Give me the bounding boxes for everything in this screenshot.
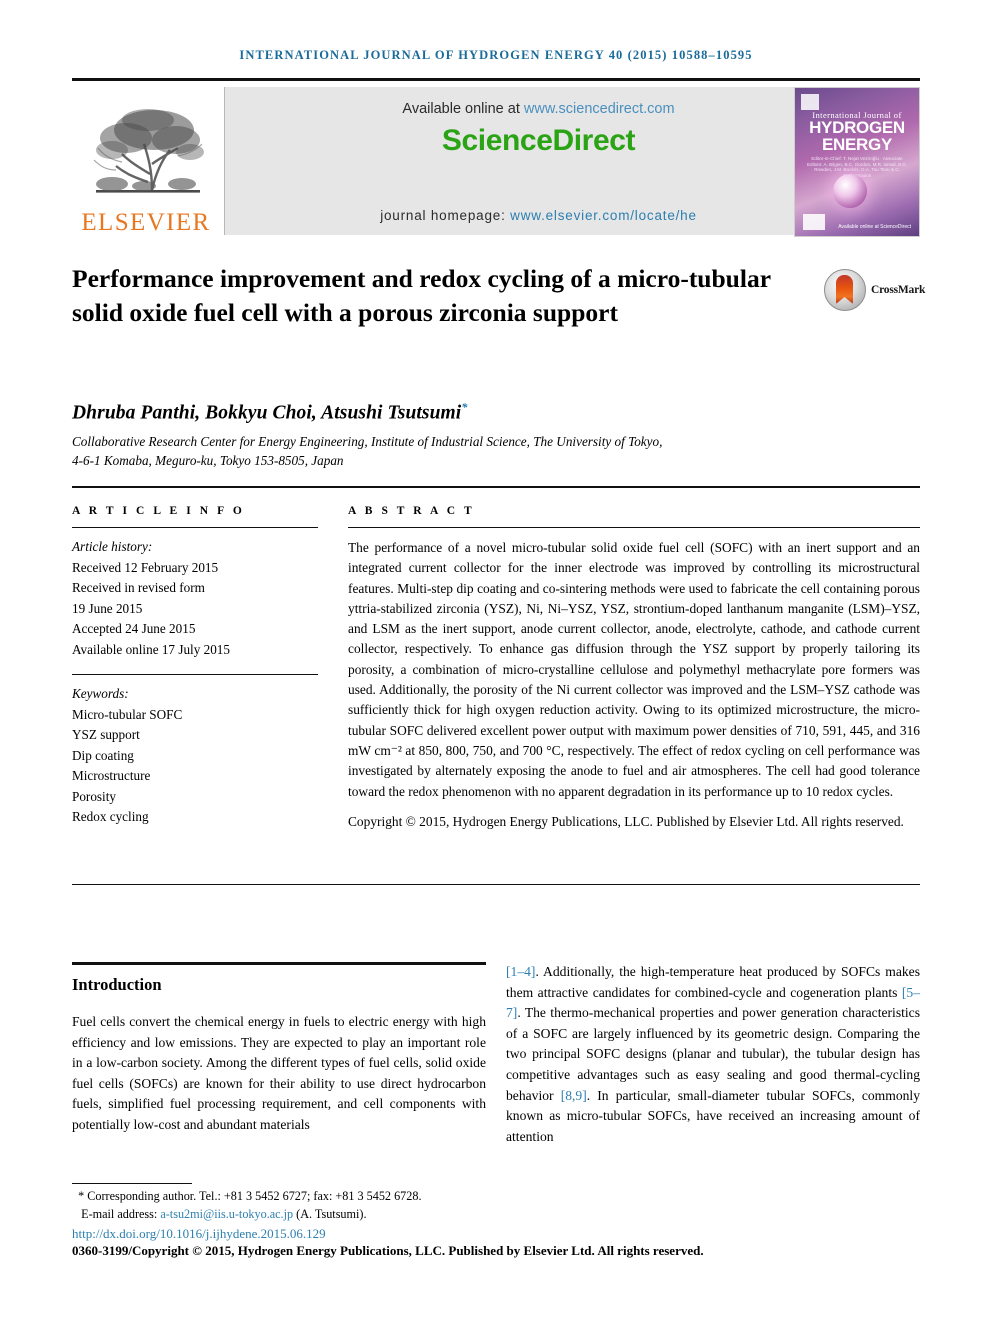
cover-title-line2: ENERGY <box>822 135 892 154</box>
footnote-marker: * <box>78 1189 85 1203</box>
citation-link-8-9[interactable]: [8,9] <box>561 1088 587 1103</box>
email-link[interactable]: a-tsu2mi@iis.u-tokyo.ac.jp <box>160 1207 293 1221</box>
history-item: Accepted 24 June 2015 <box>72 621 196 636</box>
doi-link[interactable]: http://dx.doi.org/10.1016/j.ijhydene.201… <box>72 1226 326 1242</box>
corresponding-author-footnote: * Corresponding author. Tel.: +81 3 5452… <box>72 1188 542 1223</box>
author-names: Dhruba Panthi, Bokkyu Choi, Atsushi Tsut… <box>72 402 462 424</box>
keyword-item: Redox cycling <box>72 809 149 824</box>
sciencedirect-link[interactable]: www.sciencedirect.com <box>524 101 675 117</box>
elsevier-tree-icon <box>93 109 204 193</box>
journal-article-page: INTERNATIONAL JOURNAL OF HYDROGEN ENERGY… <box>0 0 992 1323</box>
keyword-item: Dip coating <box>72 747 134 763</box>
article-history-block: Article history: Received 12 February 20… <box>72 537 318 660</box>
email-label: E-mail address: <box>81 1206 161 1221</box>
footnote-line-1: * Corresponding author. Tel.: +81 3 5452… <box>72 1188 542 1206</box>
article-info-column: A R T I C L E I N F O Article history: R… <box>72 505 318 828</box>
affiliation-line-1: Collaborative Research Center for Energy… <box>72 434 663 449</box>
citation-link-1-4[interactable]: [1–4] <box>506 964 535 979</box>
article-history-label: Article history: <box>72 539 153 554</box>
article-info-rule <box>72 527 318 528</box>
cover-ihe-logo-icon <box>803 214 825 230</box>
abstract-rule <box>348 527 920 528</box>
intro-right-part-1: . Additionally, the high-temperature hea… <box>506 964 920 1000</box>
journal-masthead: ELSEVIER Available online at www.science… <box>72 78 920 239</box>
introduction-right-column: [1–4]. Additionally, the high-temperatur… <box>506 962 920 1147</box>
history-item: Received 12 February 2015 <box>72 559 219 575</box>
keywords-block: Keywords: Micro-tubular SOFC YSZ support… <box>72 684 318 828</box>
corresponding-author-marker[interactable]: * <box>461 400 467 414</box>
affiliation-line-2: 4-6-1 Komaba, Meguro-ku, Tokyo 153-8505,… <box>72 453 344 468</box>
introduction-top-rule <box>72 962 486 965</box>
crossmark-label: CrossMark <box>871 284 926 296</box>
sciencedirect-logo: ScienceDirect <box>441 124 636 157</box>
abstract-bottom-rule <box>72 884 920 885</box>
introduction-left-column: Fuel cells convert the chemical energy i… <box>72 1014 486 1132</box>
abstract-column: A B S T R A C T The performance of a nov… <box>348 505 920 832</box>
page-title: Performance improvement and redox cyclin… <box>72 264 771 327</box>
abstract-heading: A B S T R A C T <box>348 505 475 517</box>
info-section-top-rule <box>72 486 920 488</box>
keywords-label: Keywords: <box>72 686 129 701</box>
journal-homepage-link[interactable]: www.elsevier.com/locate/he <box>510 208 697 223</box>
available-online-label: Available online at <box>402 101 524 117</box>
issn-copyright-line: 0360-3199/Copyright © 2015, Hydrogen Ene… <box>72 1243 704 1258</box>
sciencedirect-banner: Available online at www.sciencedirect.co… <box>224 87 853 235</box>
footnote-contact: Corresponding author. Tel.: +81 3 5452 6… <box>87 1189 422 1203</box>
elsevier-logo: ELSEVIER <box>72 87 220 235</box>
footnote-line-2: E-mail address: a-tsu2mi@iis.u-tokyo.ac.… <box>72 1206 542 1224</box>
keyword-item: Microstructure <box>72 768 151 783</box>
keyword-item: YSZ support <box>72 727 140 742</box>
crossmark-badge[interactable]: CrossMark <box>824 265 925 315</box>
running-head: INTERNATIONAL JOURNAL OF HYDROGEN ENERGY… <box>239 48 753 62</box>
available-online-line: Available online at www.sciencedirect.co… <box>225 101 852 117</box>
journal-cover-thumbnail[interactable]: International Journal of HYDROGEN ENERGY… <box>794 87 920 237</box>
article-info-heading: A R T I C L E I N F O <box>72 505 245 517</box>
keyword-item: Porosity <box>72 788 116 804</box>
history-item: 19 June 2015 <box>72 600 143 616</box>
abstract-text: The performance of a novel micro-tubular… <box>348 540 920 799</box>
cover-publisher-mark <box>801 94 819 110</box>
cover-journal-title: HYDROGEN ENERGY <box>795 119 919 153</box>
footnote-rule <box>72 1183 192 1184</box>
abstract-copyright: Copyright © 2015, Hydrogen Energy Public… <box>348 813 904 829</box>
cover-sciencedirect-mark: Available online at ScienceDirect <box>838 224 911 230</box>
journal-homepage-line: journal homepage: www.elsevier.com/locat… <box>225 208 852 223</box>
elsevier-wordmark: ELSEVIER <box>81 209 211 236</box>
keyword-item: Micro-tubular SOFC <box>72 706 183 722</box>
author-list: Dhruba Panthi, Bokkyu Choi, Atsushi Tsut… <box>72 400 832 425</box>
cover-title-line1: HYDROGEN <box>809 118 905 137</box>
journal-homepage-label: journal homepage: <box>380 208 511 223</box>
cover-orb-graphic <box>833 174 867 208</box>
email-owner: (A. Tsutsumi). <box>293 1206 367 1221</box>
crossmark-icon <box>824 269 866 311</box>
history-item: Received in revised form <box>72 580 205 595</box>
affiliation: Collaborative Research Center for Energy… <box>72 432 862 470</box>
introduction-heading: Introduction <box>72 975 162 994</box>
article-info-separator <box>72 674 318 675</box>
cover-footer: Available online at ScienceDirect <box>803 214 911 230</box>
history-item: Available online 17 July 2015 <box>72 641 230 657</box>
